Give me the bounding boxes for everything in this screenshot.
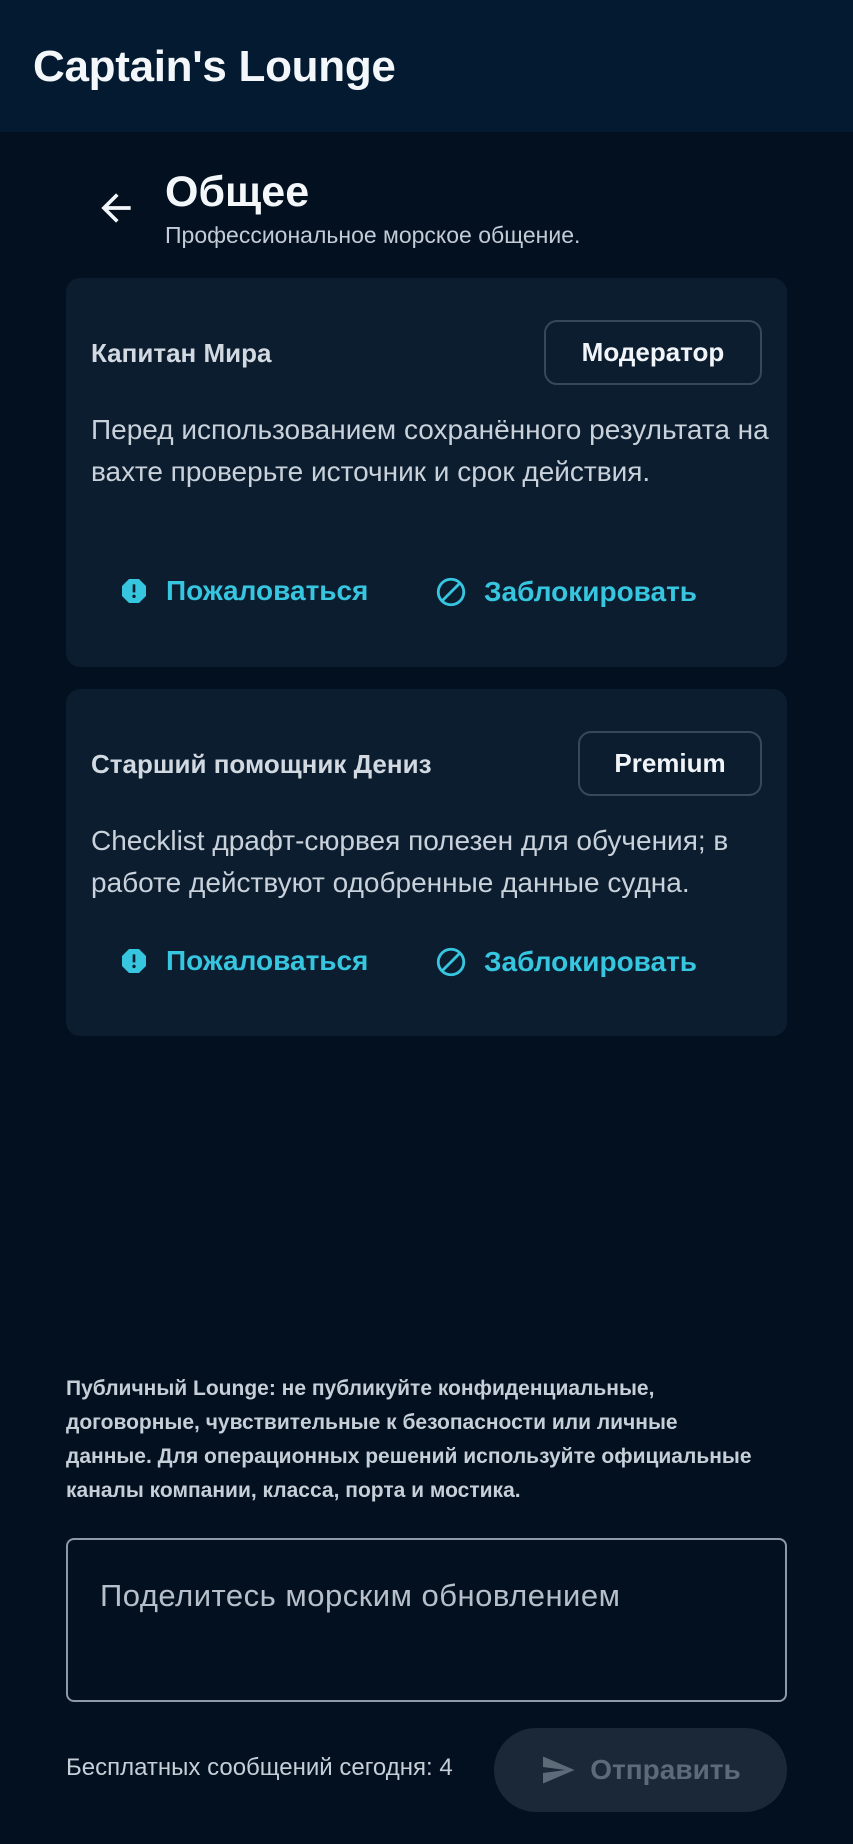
app-bar: Captain's Lounge (0, 0, 853, 132)
role-badge: Premium (578, 731, 762, 796)
block-icon (436, 947, 466, 977)
public-lounge-disclaimer: Публичный Lounge: не публикуйте конфиден… (66, 1377, 752, 1502)
arrow-left-icon (101, 193, 131, 223)
block-label: Заблокировать (484, 946, 698, 977)
message-input[interactable]: Поделитесь морским обновлением (66, 1538, 787, 1702)
block-button[interactable]: Заблокировать (434, 575, 697, 609)
report-button[interactable]: Пожаловаться (118, 575, 368, 607)
send-icon (543, 1756, 575, 1784)
role-badge: Модератор (544, 320, 762, 385)
post-card: Капитан Мира Модератор Перед использован… (66, 278, 787, 667)
block-label: Заблокировать (484, 576, 698, 607)
alert-octagon-icon (122, 579, 146, 603)
send-button[interactable]: Отправить (494, 1728, 787, 1812)
page-subtitle: Профессиональное морское общение. (165, 222, 581, 248)
post-author: Капитан Мира (91, 338, 272, 368)
report-label: Пожаловаться (166, 945, 369, 976)
message-input-placeholder: Поделитесь морским обновлением (100, 1578, 621, 1613)
report-label: Пожаловаться (166, 575, 369, 606)
back-button[interactable] (94, 186, 138, 230)
page-title: Общее (165, 168, 310, 216)
alert-octagon-icon (122, 949, 146, 973)
app-title: Captain's Lounge (33, 42, 396, 91)
report-button[interactable]: Пожаловаться (118, 945, 368, 977)
post-card: Старший помощник Дениз Premium Checklist… (66, 689, 787, 1036)
free-messages-counter: Бесплатных сообщений сегодня: 4 (66, 1754, 453, 1781)
send-label: Отправить (590, 1754, 741, 1785)
block-button[interactable]: Заблокировать (434, 945, 697, 979)
block-icon (436, 577, 466, 607)
post-text: Перед использованием сохранённого резуль… (91, 414, 769, 487)
post-text: Checklist драфт-сюрвея полезен для обуче… (91, 825, 729, 898)
post-author: Старший помощник Дениз (91, 749, 432, 779)
